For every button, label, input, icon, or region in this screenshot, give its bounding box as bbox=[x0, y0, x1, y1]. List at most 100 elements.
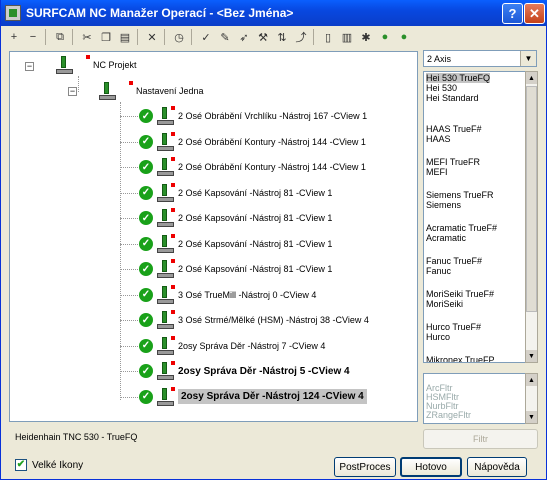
circles2-icon[interactable]: ● bbox=[395, 28, 413, 46]
copy-icon[interactable]: ❐ bbox=[97, 28, 115, 46]
tree-root-label: NC Projekt bbox=[93, 60, 137, 70]
verify-icon[interactable]: ✓ bbox=[197, 28, 215, 46]
post-list-item[interactable]: Siemens TrueFR bbox=[426, 190, 494, 200]
post-list-item[interactable]: Hurco bbox=[426, 332, 450, 342]
post-list-item[interactable]: Siemens bbox=[426, 200, 461, 210]
tree-line bbox=[120, 192, 138, 194]
root-expander[interactable]: − bbox=[25, 62, 34, 71]
post-list-item[interactable]: Hei 530 bbox=[426, 83, 457, 93]
scroll-down-icon[interactable]: ▼ bbox=[526, 350, 537, 362]
tree-line bbox=[120, 116, 138, 117]
simulate-icon[interactable]: ➶ bbox=[235, 28, 253, 46]
help-title-button[interactable]: ? bbox=[502, 3, 523, 24]
toolbar: + − ⧉ ✂ ❐ ▤ ✕ ◷ ✓ ✎ ➶ ⚒ ⇅ ⤴ ▯ ▥ ✱ ● ● bbox=[5, 28, 414, 46]
filter-list-scrollbar[interactable]: ▲ ▼ bbox=[525, 373, 538, 424]
paste-icon[interactable]: ▤ bbox=[116, 28, 134, 46]
tree-operation-node[interactable]: ✓ 3 Osé Strmé/Mělké (HSM) -Nástroj 38 -CV… bbox=[139, 310, 369, 330]
tree-line bbox=[120, 294, 138, 296]
tree-operation-label: 2 Osé Obrábění Kontury -Nástroj 144 -CVi… bbox=[178, 162, 366, 172]
post-list-item[interactable]: Acramatic TrueF# bbox=[426, 223, 497, 233]
postproces-button[interactable]: PostProces bbox=[334, 457, 396, 477]
post-list-item[interactable]: Hei Standard bbox=[426, 93, 479, 103]
tree-root-node[interactable]: NC Projekt bbox=[54, 55, 137, 75]
post-list-item[interactable]: Acramatic bbox=[426, 233, 466, 243]
operation-icon bbox=[155, 361, 175, 381]
close-button[interactable]: ✕ bbox=[524, 3, 545, 24]
post-list-item[interactable]: MoriSeiki TrueF# bbox=[426, 289, 494, 299]
filter-list[interactable]: ArcFltr HSMFltr NurbFltr ZRangeFltr bbox=[423, 373, 526, 424]
filter-button[interactable]: Filtr bbox=[423, 429, 538, 449]
operations-tree[interactable]: − NC Projekt − Nastavení Jedna ✓ 2 Osé Ob… bbox=[9, 51, 418, 422]
gear-icon[interactable]: ✱ bbox=[357, 28, 375, 46]
post-list-item[interactable]: MEFI bbox=[426, 167, 448, 177]
title-bar[interactable]: SURFCAM NC Manažer Operací - <Bez Jména>… bbox=[1, 0, 547, 26]
group-expander[interactable]: − bbox=[68, 87, 77, 96]
delete-icon[interactable]: ✕ bbox=[143, 28, 161, 46]
edit-icon[interactable]: ✎ bbox=[216, 28, 234, 46]
tree-operation-node[interactable]: ✓ 2 Osé Kapsování -Nástroj 81 -CView 1 bbox=[139, 259, 332, 279]
tree-operation-label: 2osy Správa Děr -Nástroj 7 -CView 4 bbox=[178, 340, 326, 351]
tree-operation-node[interactable]: ✓ 2 Osé Obrábění Kontury -Nástroj 144 -CV… bbox=[139, 157, 366, 177]
tree-line bbox=[120, 141, 138, 143]
axis-select-value: 2 Axis bbox=[427, 53, 452, 64]
scroll-thumb[interactable] bbox=[526, 86, 537, 312]
scroll-up-icon[interactable]: ▲ bbox=[526, 72, 537, 84]
tree-line bbox=[120, 371, 138, 372]
operation-icon bbox=[155, 131, 175, 152]
chevron-down-icon[interactable]: ▼ bbox=[520, 51, 536, 66]
project-icon bbox=[54, 55, 90, 75]
transform-icon[interactable]: ⤴ bbox=[292, 28, 310, 46]
post-icon[interactable]: ▥ bbox=[338, 28, 356, 46]
move-icon[interactable]: ⇅ bbox=[273, 28, 291, 46]
post-list-item[interactable]: HAAS bbox=[426, 134, 451, 144]
operation-icon bbox=[155, 233, 175, 254]
tool-icon[interactable]: ⚒ bbox=[254, 28, 272, 46]
post-list-item[interactable]: Fanuc TrueF# bbox=[426, 256, 482, 266]
copy-op-icon[interactable]: ⧉ bbox=[51, 28, 69, 46]
tree-operation-node[interactable]: ✓ 3 Osé TrueMill -Nástroj 0 -CView 4 bbox=[139, 284, 316, 305]
post-processor-list[interactable]: Hei 530 TrueFQ Hei 530 Hei Standard HAAS Tr… bbox=[423, 71, 526, 363]
operation-icon bbox=[155, 259, 175, 279]
post-list-item[interactable]: Fanuc bbox=[426, 266, 451, 276]
scroll-up-icon[interactable]: ▲ bbox=[526, 374, 537, 386]
operation-icon bbox=[155, 182, 175, 203]
new-doc-icon[interactable]: ▯ bbox=[319, 28, 337, 46]
check-icon: ✓ bbox=[139, 313, 153, 327]
tree-operation-node[interactable]: ✓ 2 Osé Kapsování -Nástroj 81 -CView 1 bbox=[139, 233, 333, 254]
axis-select[interactable]: 2 Axis ▼ bbox=[423, 50, 537, 67]
tree-operation-label: 2 Osé Kapsování -Nástroj 81 -CView 1 bbox=[178, 238, 333, 249]
remove-icon[interactable]: − bbox=[24, 28, 42, 46]
post-list-item[interactable]: Mikronex TrueFP bbox=[426, 355, 495, 362]
post-list-item[interactable]: Hei 530 TrueFQ bbox=[426, 73, 491, 83]
post-list-item[interactable]: HAAS TrueF# bbox=[426, 124, 482, 134]
filter-list-item[interactable]: ZRangeFltr bbox=[426, 411, 471, 420]
tree-group-node[interactable]: Nastavení Jedna bbox=[97, 81, 204, 101]
add-icon[interactable]: + bbox=[5, 28, 23, 46]
tree-operation-node[interactable]: ✓ 2osy Správa Děr -Nástroj 5 -CView 4 bbox=[139, 361, 350, 381]
post-list-scrollbar[interactable]: ▲ ▼ bbox=[525, 71, 538, 363]
scroll-down-icon[interactable]: ▼ bbox=[526, 411, 537, 423]
post-list-item[interactable]: MEFI TrueFR bbox=[426, 157, 480, 167]
tree-operation-node[interactable]: ✓ 2 Osé Kapsování -Nástroj 81 -CView 1 bbox=[139, 182, 333, 203]
operation-icon bbox=[155, 284, 175, 305]
tree-operation-node[interactable]: ✓ 2osy Správa Děr -Nástroj 7 -CView 4 bbox=[139, 335, 326, 356]
tree-operation-label: 2 Osé Obrábění Vrchlíku -Nástroj 167 -CV… bbox=[178, 111, 368, 121]
help-button[interactable]: Nápověda bbox=[467, 457, 527, 477]
operation-icon bbox=[155, 157, 175, 177]
tree-operation-node[interactable]: ✓ 2 Osé Obrábění Vrchlíku -Nástroj 167 -C… bbox=[139, 106, 367, 126]
large-icons-checkbox[interactable]: ✔ bbox=[15, 459, 27, 471]
tree-operation-node[interactable]: ✓ 2osy Správa Děr -Nástroj 124 -CView 4 bbox=[139, 386, 367, 407]
post-list-item[interactable]: MoriSeiki bbox=[426, 299, 463, 309]
large-icons-label: Velké Ikony bbox=[32, 460, 84, 471]
check-icon: ✓ bbox=[139, 211, 153, 225]
tree-operation-node[interactable]: ✓ 2 Osé Kapsování -Nástroj 81 -CView 1 bbox=[139, 208, 332, 228]
tree-line bbox=[120, 269, 138, 270]
clock-icon[interactable]: ◷ bbox=[170, 28, 188, 46]
circles-icon[interactable]: ● bbox=[376, 28, 394, 46]
tree-operation-node[interactable]: ✓ 2 Osé Obrábění Kontury -Nástroj 144 -CV… bbox=[139, 131, 366, 152]
tree-line bbox=[78, 76, 79, 92]
tree-operation-label: 2 Osé Kapsování -Nástroj 81 -CView 1 bbox=[178, 187, 333, 198]
done-button[interactable]: Hotovo bbox=[400, 457, 462, 477]
cut-icon[interactable]: ✂ bbox=[78, 28, 96, 46]
post-list-item[interactable]: Hurco TrueF# bbox=[426, 322, 481, 332]
